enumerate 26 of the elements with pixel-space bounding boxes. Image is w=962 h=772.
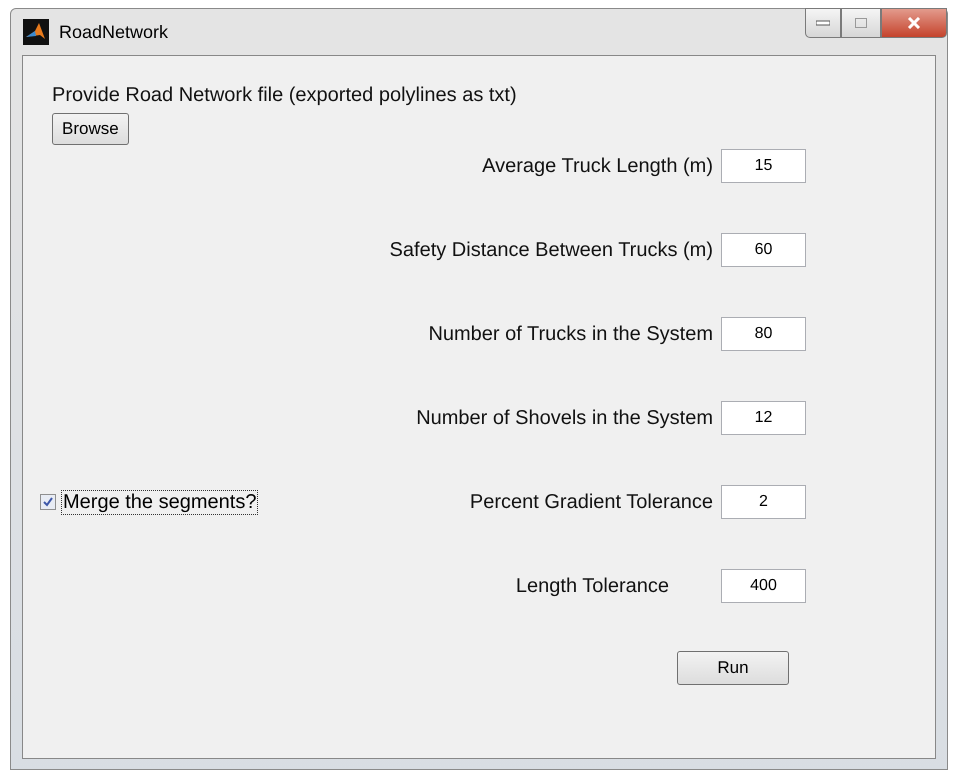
- input-field[interactable]: 15: [721, 149, 806, 183]
- file-prompt-text: Provide Road Network file (exported polylines as txt): [52, 84, 518, 107]
- run-button[interactable]: Run: [677, 651, 789, 685]
- parameter-label: Average Truck Length (m): [482, 154, 713, 176]
- parameter-label: Safety Distance Between Trucks (m): [390, 238, 713, 260]
- minimize-button[interactable]: [805, 8, 841, 38]
- parameter-label: Length Tolerance: [516, 574, 669, 596]
- checkmark-icon: [43, 497, 53, 507]
- close-button[interactable]: [881, 8, 947, 38]
- close-icon: [907, 17, 921, 29]
- app-logo-icon: [23, 19, 49, 45]
- parameter-label: Number of Shovels in the System: [416, 406, 713, 428]
- input-field[interactable]: 80: [721, 317, 806, 351]
- maximize-button[interactable]: [841, 8, 881, 38]
- input-field[interactable]: 2: [721, 485, 806, 519]
- browse-button[interactable]: Browse: [52, 113, 129, 145]
- parameter-label: Number of Trucks in the System: [428, 322, 713, 344]
- input-field[interactable]: 400: [721, 569, 806, 603]
- window-title: RoadNetwork: [59, 22, 168, 42]
- input-field[interactable]: 12: [721, 401, 806, 435]
- parameter-label: Percent Gradient Tolerance: [470, 490, 713, 512]
- maximize-icon: [855, 18, 867, 28]
- merge-checkbox[interactable]: [40, 494, 56, 510]
- checkbox-label: Merge the segments?: [61, 490, 258, 514]
- minimize-icon: [816, 20, 830, 26]
- input-field[interactable]: 60: [721, 233, 806, 267]
